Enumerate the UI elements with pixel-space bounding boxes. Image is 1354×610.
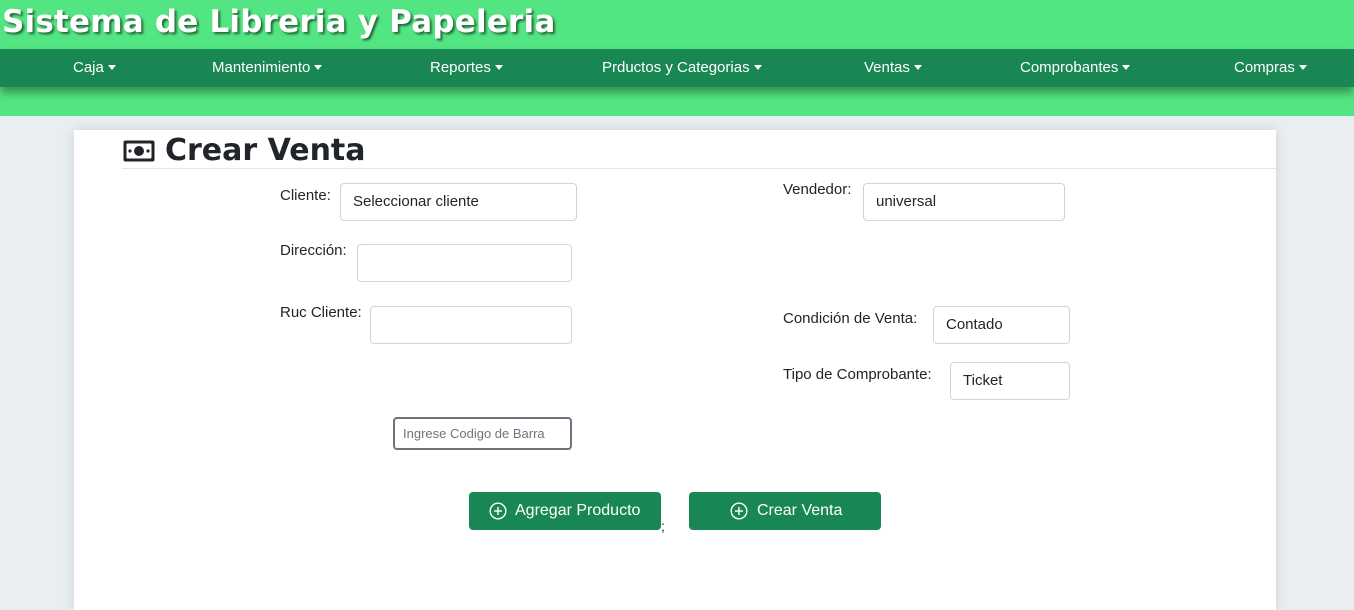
caret-down-icon: [494, 65, 503, 70]
barcode-input[interactable]: [393, 417, 572, 450]
nav-item-comprobantes[interactable]: Comprobantes: [1020, 49, 1131, 87]
stray-text: ;: [661, 518, 665, 534]
nav-item-label: Reportes: [430, 59, 491, 76]
cliente-label: Cliente:: [280, 187, 331, 204]
page-title-row: Crear Venta: [122, 132, 1276, 169]
create-sale-label: Crear Venta: [757, 502, 843, 519]
page-title: Crear Venta: [165, 133, 366, 168]
nav-item-ventas[interactable]: Ventas: [864, 49, 922, 87]
vendedor-label: Vendedor:: [783, 181, 852, 198]
tipo-comprobante-select[interactable]: Ticket: [950, 362, 1070, 400]
nav-item-caja[interactable]: Caja: [73, 49, 116, 87]
caret-down-icon: [913, 65, 922, 70]
ruc-label: Ruc Cliente:: [280, 304, 362, 321]
vendedor-field[interactable]: universal: [863, 183, 1065, 221]
caret-down-icon: [753, 65, 762, 70]
app-header: Sistema de Libreria y Papeleria Caja Man…: [0, 0, 1354, 116]
nav-item-label: Mantenimiento: [212, 59, 311, 76]
nav-item-label: Comprobantes: [1020, 59, 1119, 76]
caret-down-icon: [1298, 65, 1307, 70]
caret-down-icon: [107, 65, 116, 70]
cliente-select[interactable]: Seleccionar cliente: [340, 183, 577, 221]
nav-item-reportes[interactable]: Reportes: [430, 49, 503, 87]
condicion-select[interactable]: Contado: [933, 306, 1070, 344]
create-sale-button[interactable]: Crear Venta: [689, 492, 881, 530]
nav-item-label: Caja: [73, 59, 104, 76]
nav-item-compras[interactable]: Compras: [1234, 49, 1307, 87]
direccion-field[interactable]: [357, 244, 572, 282]
nav-item-productos-categorias[interactable]: Prductos y Categorias: [602, 49, 762, 87]
nav-item-label: Ventas: [864, 59, 910, 76]
direccion-label: Dirección:: [280, 242, 347, 259]
main-navbar: Caja Mantenimiento Reportes Prductos y C…: [0, 49, 1354, 87]
nav-item-label: Prductos y Categorias: [602, 59, 750, 76]
app-title: Sistema de Libreria y Papeleria: [2, 4, 556, 40]
ruc-field[interactable]: [370, 306, 572, 344]
sale-form-card: Crear Venta Cliente: Seleccionar cliente…: [74, 130, 1276, 610]
add-product-label: Agregar Producto: [515, 502, 641, 519]
plus-circle-icon: [489, 502, 507, 520]
plus-circle-icon: [730, 502, 748, 520]
caret-down-icon: [1122, 65, 1131, 70]
condicion-label: Condición de Venta:: [783, 310, 918, 327]
nav-item-mantenimiento[interactable]: Mantenimiento: [212, 49, 323, 87]
caret-down-icon: [314, 65, 323, 70]
money-bill-icon: [122, 139, 156, 168]
add-product-button[interactable]: Agregar Producto: [469, 492, 661, 530]
tipo-comprobante-label: Tipo de Comprobante:: [783, 366, 932, 383]
nav-item-label: Compras: [1234, 59, 1295, 76]
